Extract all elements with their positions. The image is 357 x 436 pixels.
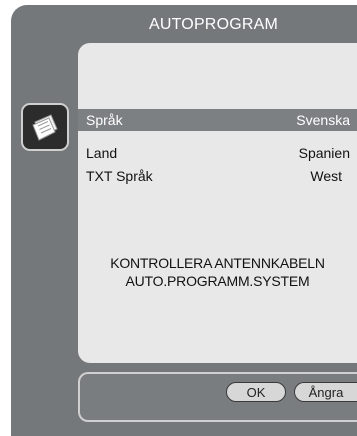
setting-row-language[interactable]: Språk Svenska — [78, 109, 357, 131]
setting-row-teletext-language[interactable]: TXT Språk West — [78, 165, 357, 187]
settings-panel — [78, 43, 357, 363]
setting-value-teletext-language: West — [310, 168, 342, 184]
tv-menu-screen: AUTOPROGRAM Språk Svenska Land Spanien T… — [0, 0, 357, 436]
setting-label-language: Språk — [86, 112, 123, 128]
cancel-button[interactable]: Ångra — [294, 382, 357, 402]
setting-value-country: Spanien — [298, 145, 350, 161]
notes-icon-graphic — [32, 114, 58, 141]
setting-row-country[interactable]: Land Spanien — [78, 142, 357, 164]
status-message: KONTROLLERA ANTENNKABELN AUTO.PROGRAMM.S… — [78, 254, 357, 290]
notes-icon — [21, 103, 69, 151]
dialog-title: AUTOPROGRAM — [148, 16, 279, 33]
setting-label-teletext-language: TXT Språk — [86, 168, 153, 184]
status-message-line2: AUTO.PROGRAMM.SYSTEM — [125, 273, 310, 289]
ok-button[interactable]: OK — [226, 382, 286, 402]
status-message-line1: KONTROLLERA ANTENNKABELN — [110, 255, 325, 271]
setting-value-language: Svenska — [296, 112, 350, 128]
setting-label-country: Land — [86, 145, 118, 161]
